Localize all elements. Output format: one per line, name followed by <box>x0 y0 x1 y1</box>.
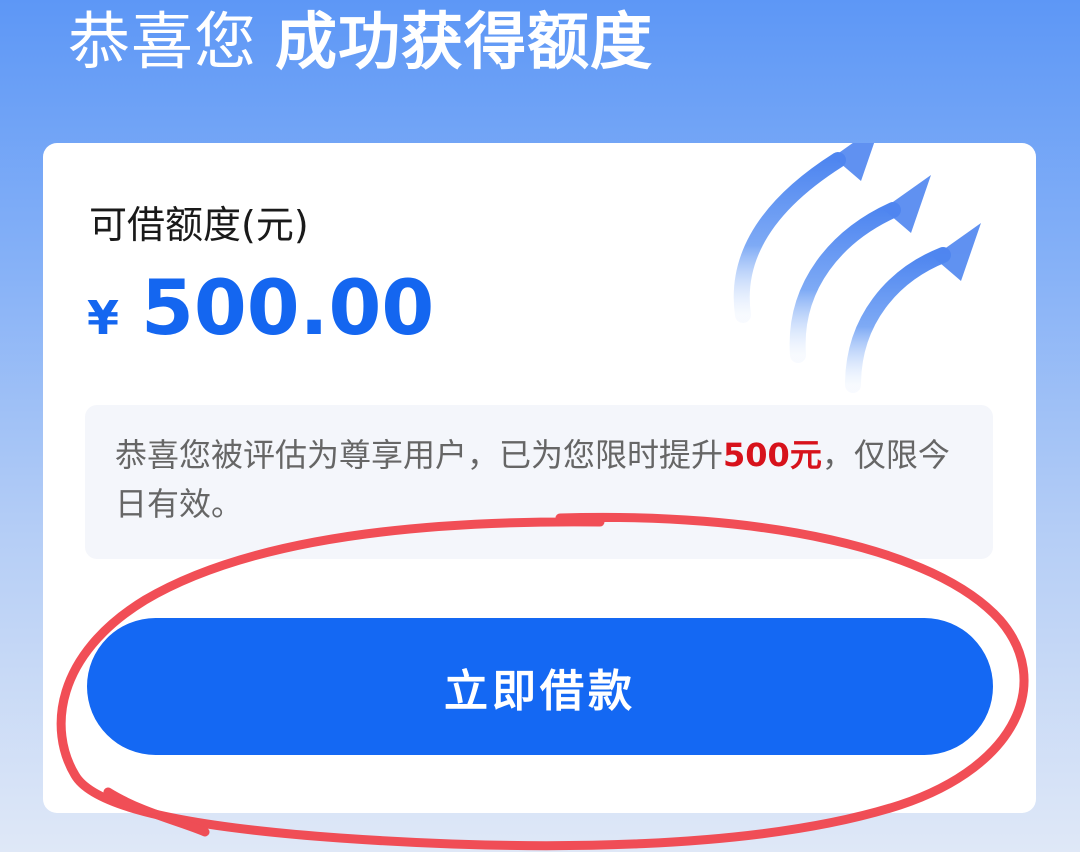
notice-text: 恭喜您被评估为尊享用户，已为您限时提升 <box>115 436 724 474</box>
rising-arrows-icon <box>733 143 981 393</box>
credit-amount: ¥ 500.00 <box>87 263 434 352</box>
headline-greeting: 恭喜您 <box>68 5 258 78</box>
credit-limit-label: 可借额度(元) <box>89 203 309 247</box>
currency-symbol: ¥ <box>87 291 120 345</box>
page-headline: 恭喜您 成功获得额度 <box>68 2 653 82</box>
borrow-now-button[interactable]: 立即借款 <box>87 618 993 755</box>
upgrade-notice: 恭喜您被评估为尊享用户，已为您限时提升500元，仅限今日有效。 <box>85 405 993 559</box>
notice-highlight: 500元 <box>723 436 822 474</box>
amount-value: 500.00 <box>141 263 435 352</box>
headline-title: 成功获得额度 <box>275 5 654 78</box>
credit-card-panel: 可借额度(元) ¥ 500.00 恭喜您被评估为尊享用户，已为您限时提升500元… <box>43 143 1036 813</box>
